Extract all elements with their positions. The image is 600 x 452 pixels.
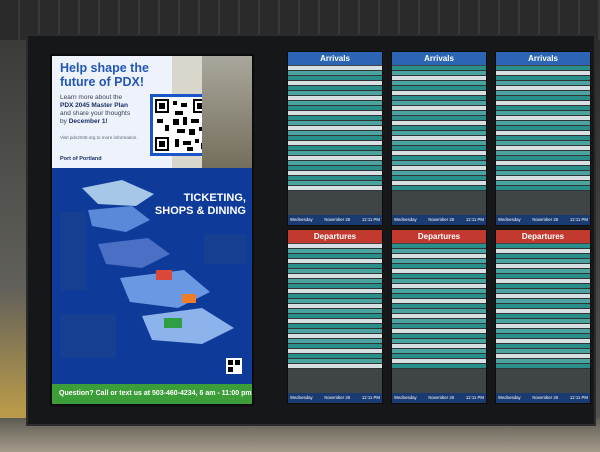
- poster-header-panel: Help shape the future of PDX! Learn more…: [52, 56, 252, 168]
- terminal-photo: [202, 56, 252, 168]
- flight-row: [288, 364, 382, 369]
- poster-headline: Help shape the future of PDX!: [60, 61, 149, 89]
- flight-row: [392, 364, 486, 369]
- board-footer: Wednesday November 26 12:11 PM: [496, 215, 590, 225]
- board-footer: Wednesday November 26 12:11 PM: [496, 393, 590, 403]
- poster-link-text: Visit pdx2045.org to more information.: [60, 135, 138, 140]
- board-title: Departures: [288, 230, 382, 243]
- flight-rows: [392, 244, 486, 369]
- flight-rows: [392, 66, 486, 191]
- map-title: TICKETING, SHOPS & DINING: [154, 192, 246, 217]
- flight-rows: [288, 244, 382, 369]
- flight-row: [496, 364, 590, 369]
- board-footer: Wednesday November 26 12:11 PM: [392, 215, 486, 225]
- flight-row: [288, 186, 382, 191]
- board-title: Arrivals: [496, 52, 590, 65]
- departures-board-1: Departures Wednesday November 26 12:11 P…: [287, 229, 383, 404]
- board-title: Departures: [496, 230, 590, 243]
- flight-rows: [288, 66, 382, 191]
- flight-rows: [496, 66, 590, 191]
- board-title: Arrivals: [392, 52, 486, 65]
- terminal-map: TICKETING, SHOPS & DINING: [52, 168, 252, 384]
- port-of-portland-logo: Port of Portland: [60, 156, 102, 162]
- flight-row: [496, 186, 590, 191]
- poster-body: Learn more about the PDX 2045 Master Pla…: [60, 94, 131, 125]
- airport-display-scene: Help shape the future of PDX! Learn more…: [0, 0, 600, 452]
- board-title: Departures: [392, 230, 486, 243]
- arrivals-board-1: Arrivals Wednesday November 26 12:11 PM: [287, 51, 383, 226]
- board-footer: Wednesday November 26 12:11 PM: [288, 215, 382, 225]
- arrivals-board-3: Arrivals Wednesday November 26 12:11 PM: [495, 51, 591, 226]
- board-title: Arrivals: [288, 52, 382, 65]
- poster-contact-bar: Question? Call or text us at 503-460-423…: [52, 384, 252, 404]
- board-footer: Wednesday November 26 12:11 PM: [392, 393, 486, 403]
- departures-board-2: Departures Wednesday November 26 12:11 P…: [391, 229, 487, 404]
- flight-rows: [496, 244, 590, 369]
- departures-board-3: Departures Wednesday November 26 12:11 P…: [495, 229, 591, 404]
- flight-row: [392, 186, 486, 191]
- arrivals-board-2: Arrivals Wednesday November 26 12:11 PM: [391, 51, 487, 226]
- left-wall: [0, 40, 26, 452]
- board-footer: Wednesday November 26 12:11 PM: [288, 393, 382, 403]
- pdx-master-plan-poster: Help shape the future of PDX! Learn more…: [50, 54, 254, 406]
